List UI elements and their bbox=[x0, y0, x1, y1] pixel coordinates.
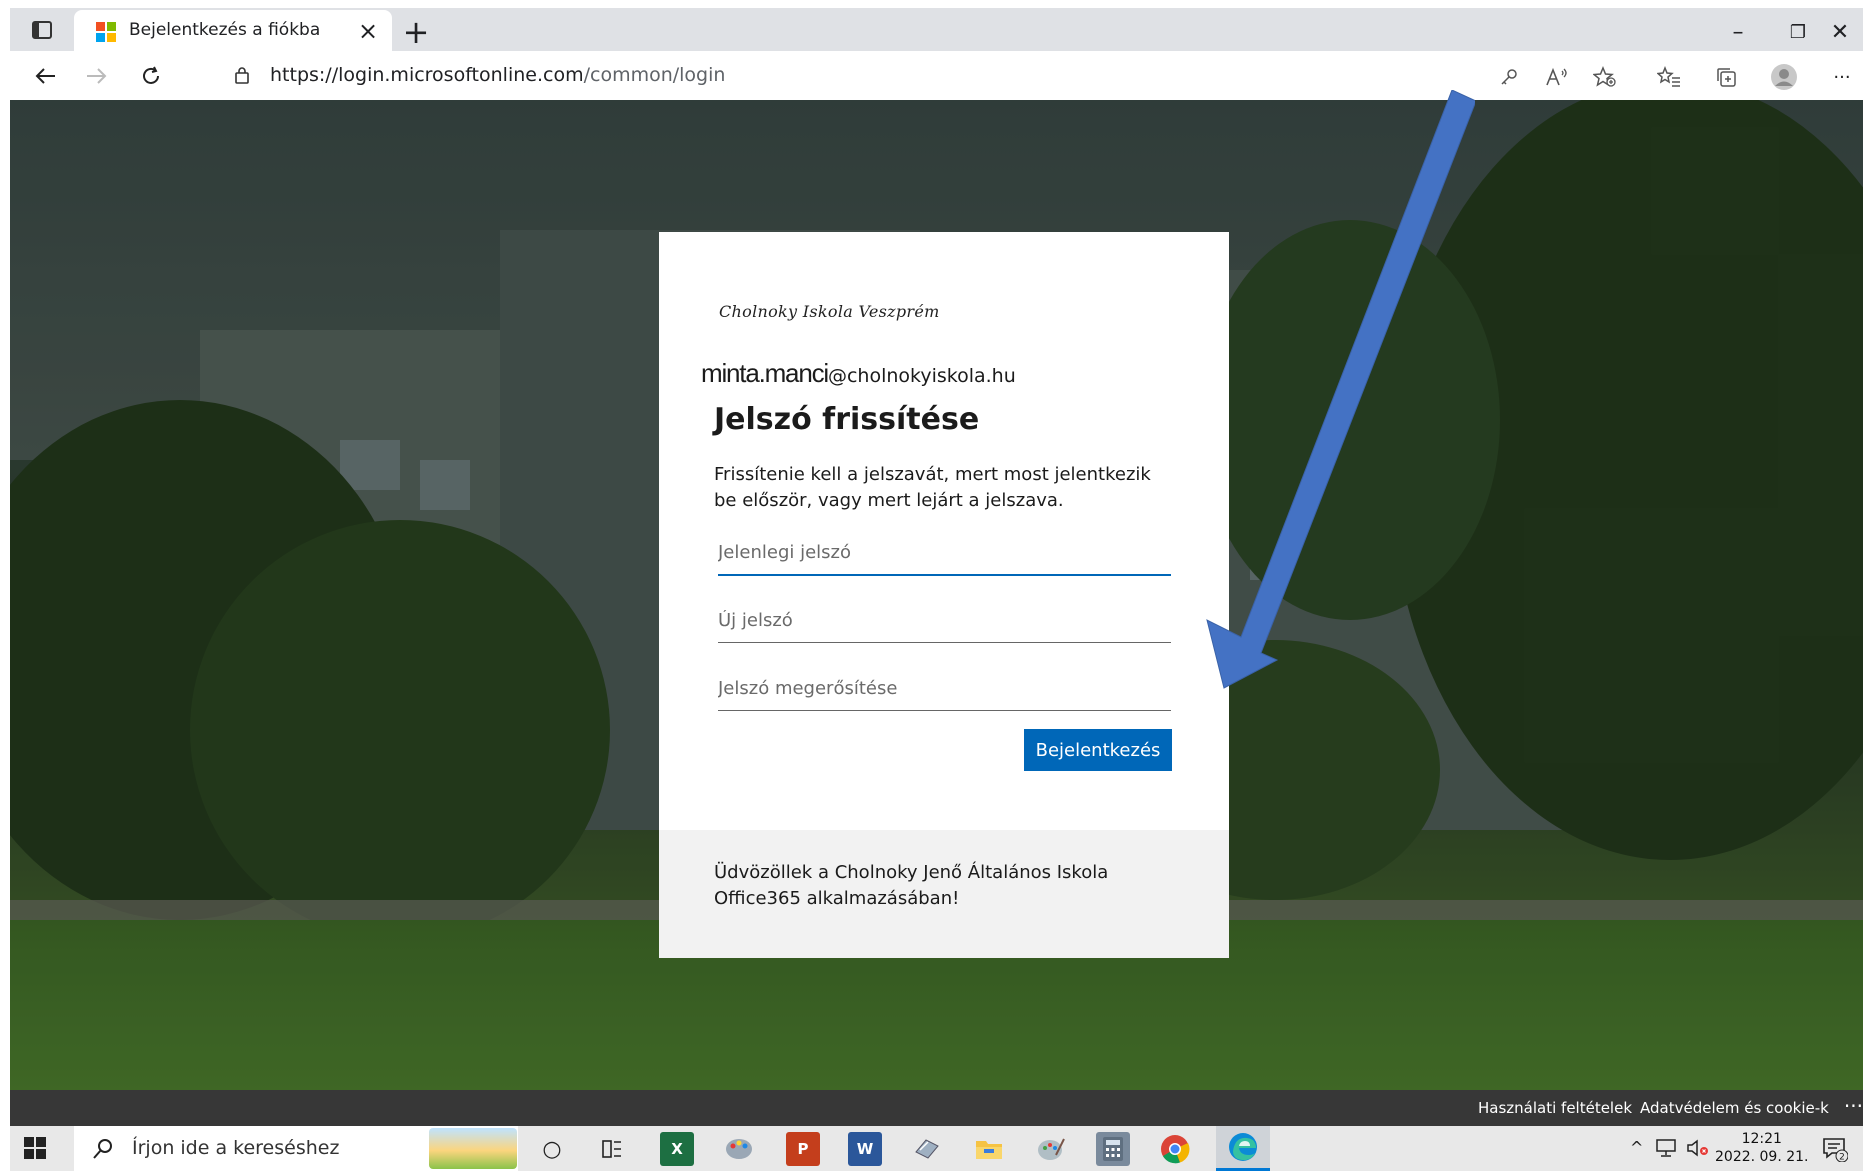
new-password-input[interactable] bbox=[718, 598, 1171, 643]
system-clock[interactable]: 12:21 2022. 09. 21. bbox=[1715, 1130, 1809, 1166]
edge-icon[interactable] bbox=[1216, 1126, 1270, 1171]
back-arrow-icon[interactable] bbox=[28, 60, 62, 92]
add-favorite-icon[interactable] bbox=[1591, 63, 1619, 91]
browser-toolbar: https://login.microsoftonline.com/common… bbox=[10, 51, 1863, 100]
taskbar: Írjon ide a kereséshez ○ X P W ^ 12:21 2… bbox=[10, 1126, 1863, 1171]
cortana-icon[interactable]: ○ bbox=[535, 1132, 569, 1166]
task-view-icon[interactable] bbox=[595, 1132, 629, 1166]
organization-logo: Cholnoky Iskola Veszprém bbox=[719, 302, 940, 321]
search-icon bbox=[92, 1138, 114, 1164]
paint-palette-icon[interactable] bbox=[1034, 1132, 1068, 1166]
more-menu-button[interactable]: ··· bbox=[1828, 63, 1856, 91]
tray-expand-icon[interactable]: ^ bbox=[1630, 1138, 1643, 1157]
calculator-icon[interactable] bbox=[1096, 1132, 1130, 1166]
excel-icon[interactable]: X bbox=[660, 1132, 694, 1166]
lock-icon[interactable] bbox=[234, 66, 250, 88]
printer-app-icon[interactable] bbox=[910, 1132, 944, 1166]
account-domain: @cholnokyiskola.hu bbox=[827, 365, 1016, 387]
tab-actions-icon[interactable] bbox=[28, 16, 56, 44]
chrome-icon[interactable] bbox=[1158, 1132, 1192, 1166]
account-identifier: minta.manci@cholnokyiskola.hu bbox=[701, 358, 1016, 389]
welcome-text: Üdvözöllek a Cholnoky Jenő Általános Isk… bbox=[714, 862, 1109, 909]
refresh-icon[interactable] bbox=[134, 60, 168, 92]
notification-count: 2 bbox=[1839, 1153, 1845, 1163]
annotation-arrow bbox=[1206, 90, 1475, 689]
tab-strip: Bejelentkezés a fiókba × + – ❐ ✕ bbox=[10, 8, 1863, 51]
paint-app-icon[interactable] bbox=[722, 1132, 756, 1166]
terms-link[interactable]: Használati feltételek bbox=[1478, 1099, 1632, 1117]
minimize-button[interactable]: – bbox=[1718, 18, 1758, 48]
page-title: Jelszó frissítése bbox=[714, 402, 980, 437]
card-body: Cholnoky Iskola Veszprém minta.manci@cho… bbox=[659, 232, 1229, 830]
forward-arrow-icon[interactable] bbox=[80, 60, 114, 92]
collections-icon[interactable] bbox=[1712, 63, 1740, 91]
url-text[interactable]: https://login.microsoftonline.com/common… bbox=[270, 64, 725, 86]
volume-muted-icon[interactable] bbox=[1686, 1138, 1710, 1162]
microsoft-logo-icon bbox=[96, 22, 116, 42]
address-bar[interactable]: https://login.microsoftonline.com/common… bbox=[198, 56, 1628, 94]
read-aloud-icon[interactable] bbox=[1543, 63, 1571, 91]
close-window-button[interactable]: ✕ bbox=[1820, 18, 1860, 48]
clock-time: 12:21 bbox=[1741, 1131, 1782, 1147]
powerpoint-icon[interactable]: P bbox=[786, 1132, 820, 1166]
network-icon[interactable] bbox=[1655, 1138, 1677, 1162]
login-card: Cholnoky Iskola Veszprém minta.manci@cho… bbox=[659, 232, 1229, 958]
search-placeholder: Írjon ide a kereséshez bbox=[132, 1137, 340, 1159]
footer-more-button[interactable]: ··· bbox=[1844, 1094, 1863, 1118]
page-footer: Használati feltételek Adatvédelem és coo… bbox=[10, 1090, 1863, 1126]
word-icon[interactable]: W bbox=[848, 1132, 882, 1166]
privacy-link[interactable]: Adatvédelem és cookie-k bbox=[1640, 1099, 1829, 1117]
windows-start-icon[interactable] bbox=[24, 1137, 46, 1163]
confirm-password-input[interactable] bbox=[718, 666, 1171, 711]
search-highlight-image[interactable] bbox=[429, 1128, 517, 1169]
card-footer: Üdvözöllek a Cholnoky Jenő Általános Isk… bbox=[659, 830, 1229, 958]
tab-title: Bejelentkezés a fiókba bbox=[129, 20, 321, 40]
description-text: Frissítenie kell a jelszavát, mert most … bbox=[714, 464, 1151, 511]
clock-date: 2022. 09. 21. bbox=[1715, 1149, 1809, 1165]
favorites-icon[interactable] bbox=[1655, 63, 1683, 91]
key-icon[interactable] bbox=[1495, 63, 1523, 91]
account-username: minta.manci bbox=[701, 358, 829, 388]
tab-close-icon[interactable]: × bbox=[354, 17, 382, 45]
notifications-icon[interactable]: 2 bbox=[1822, 1136, 1849, 1166]
new-tab-button[interactable]: + bbox=[400, 16, 432, 50]
restore-button[interactable]: ❐ bbox=[1778, 18, 1818, 48]
browser-tab[interactable]: Bejelentkezés a fiókba × bbox=[74, 10, 392, 51]
taskbar-search[interactable]: Írjon ide a kereséshez bbox=[74, 1126, 518, 1171]
current-password-input[interactable] bbox=[718, 530, 1171, 576]
sign-in-button[interactable]: Bejelentkezés bbox=[1024, 729, 1172, 771]
file-explorer-icon[interactable] bbox=[972, 1132, 1006, 1166]
profile-avatar-icon[interactable] bbox=[1770, 63, 1798, 91]
